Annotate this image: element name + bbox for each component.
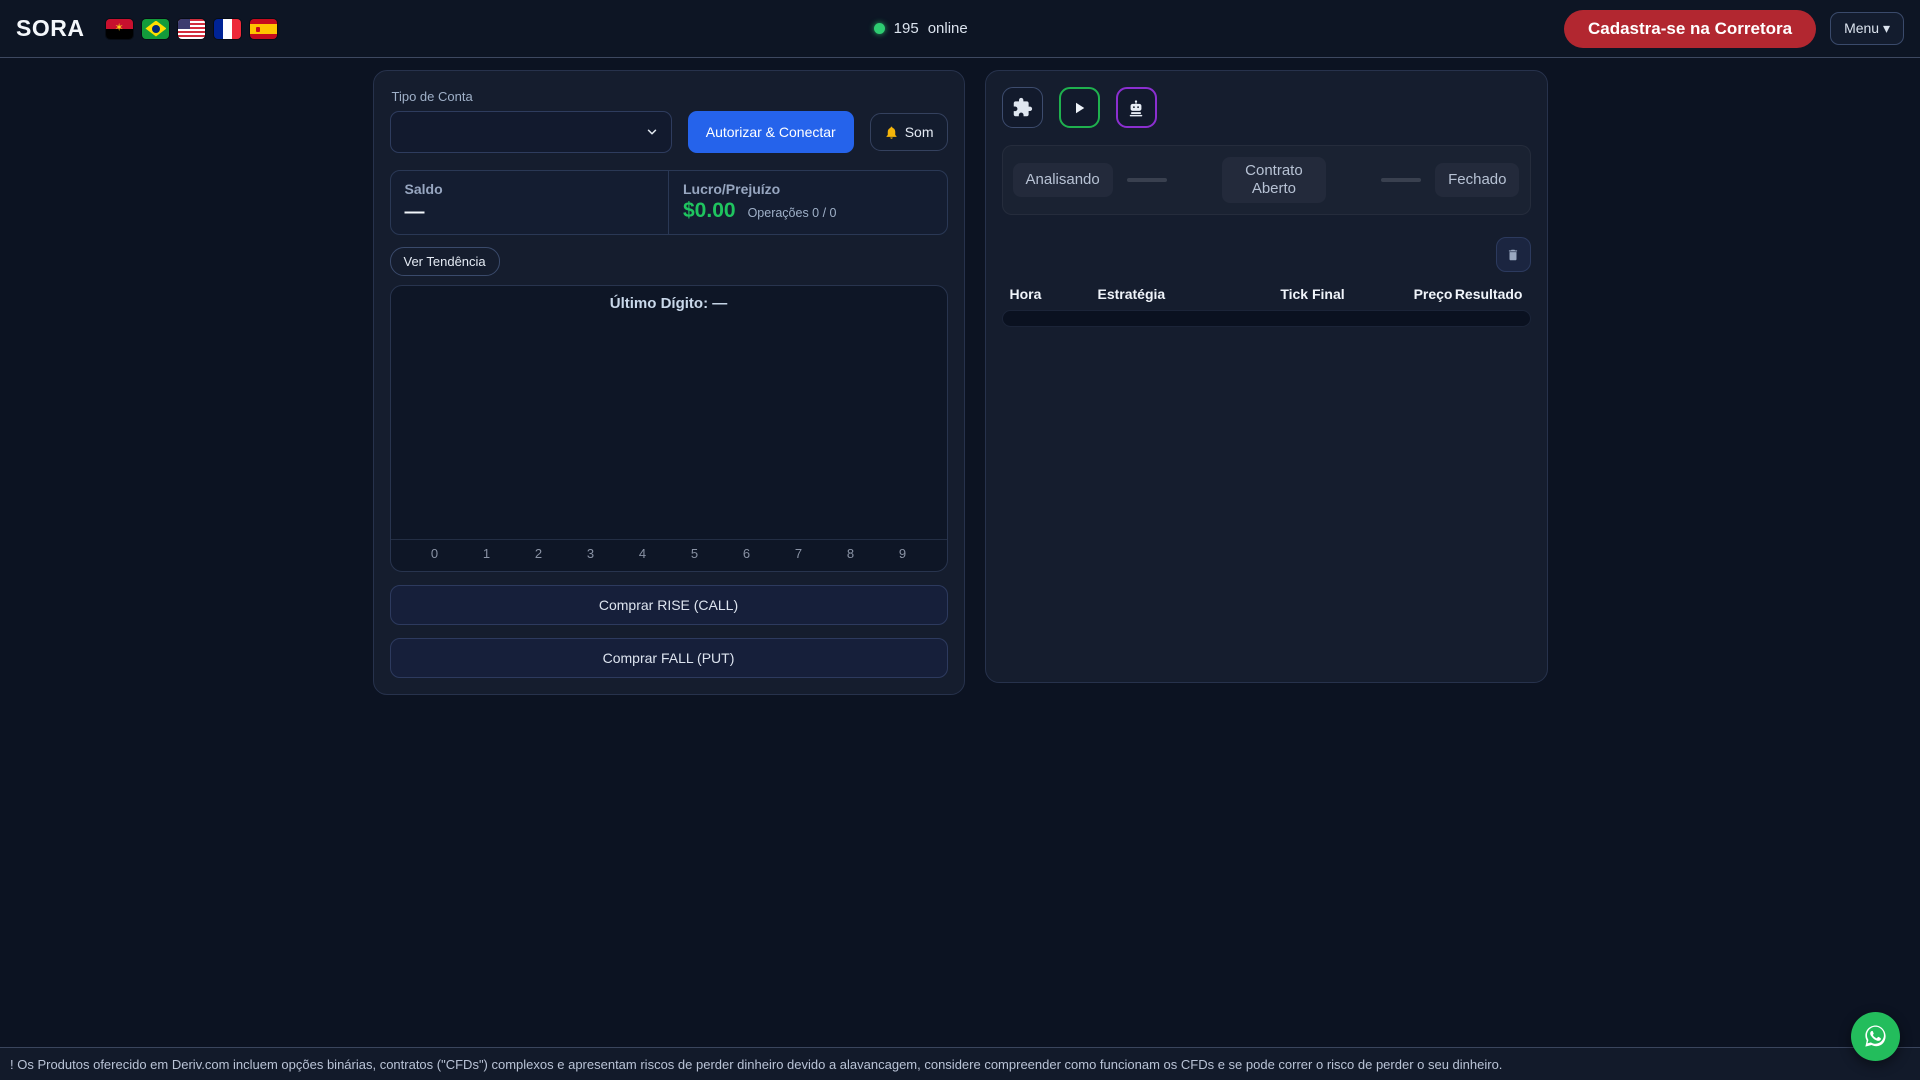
whatsapp-icon [1862,1023,1889,1050]
menu-button[interactable]: Menu ▾ [1830,12,1904,45]
bot-settings-button[interactable] [1115,87,1157,128]
run-bot-button[interactable] [1058,87,1100,128]
axis-tick: 9 [898,546,907,561]
strategy-blocks-button[interactable] [1001,87,1043,128]
axis-tick: 4 [638,546,647,561]
account-type-select[interactable] [389,111,672,153]
axis-tick: 0 [430,546,439,561]
status-fechado: Fechado [1435,163,1520,197]
play-icon [1070,99,1088,117]
language-flags [106,18,278,39]
balance-label: Saldo [404,181,443,197]
pnl-value: $0.00 [683,199,736,222]
bot-toolbar [1001,87,1531,128]
france-flag-icon[interactable] [214,18,242,39]
whatsapp-fab-button[interactable] [1851,1012,1900,1061]
chart-x-axis: 0 1 2 3 4 5 6 7 8 9 [390,539,947,571]
axis-tick: 8 [846,546,855,561]
online-count: 195 [893,20,919,37]
clear-history-button[interactable] [1495,237,1531,272]
puzzle-icon [1012,97,1033,118]
usa-flag-icon[interactable] [178,18,206,39]
account-type-label: Tipo de Conta [391,89,473,104]
last-digit-chart: Último Dígito: — 0 1 2 3 4 5 6 7 8 9 [389,285,948,572]
chart-title: Último Dígito: — [609,295,728,312]
operations-count: Operações 0 / 0 [747,206,837,220]
sound-label: Som [904,124,934,140]
signup-broker-button[interactable]: Cadastra-se na Corretora [1563,9,1817,48]
navbar: SORA 195 online Cadastra-se na Corretora… [0,0,1920,58]
contract-status-flow: Analisando Contrato Aberto Fechado [1001,145,1531,215]
bot-panel: Analisando Contrato Aberto Fechado Hora … [984,70,1548,683]
sound-toggle-button[interactable]: Som [869,113,948,151]
online-status: 195 online [277,20,1564,37]
angola-flag-icon[interactable] [106,18,134,39]
col-resultado: Resultado [1454,286,1523,302]
online-label: online [927,20,968,37]
spain-flag-icon[interactable] [250,18,278,39]
brand-logo: SORA [16,15,85,41]
col-tick-final: Tick Final [1280,286,1345,302]
stats-box: Saldo — Lucro/Prejuízo $0.00 Operações 0… [389,170,948,235]
axis-tick: 2 [534,546,543,561]
brazil-flag-icon[interactable] [142,18,170,39]
trading-panel: Tipo de Conta Autorizar & Conectar Som S… [372,70,965,695]
trash-icon [1506,248,1520,262]
main-content: Tipo de Conta Autorizar & Conectar Som S… [0,70,1920,695]
axis-tick: 1 [482,546,491,561]
authorize-connect-button[interactable]: Autorizar & Conectar [687,111,854,153]
axis-tick: 5 [690,546,699,561]
view-trend-button[interactable]: Ver Tendência [389,247,500,276]
status-connector [1126,178,1168,182]
chart-plot-area [391,312,947,539]
axis-tick: 7 [794,546,803,561]
risk-disclaimer-text: ! Os Produtos oferecido em Deriv.com inc… [10,1056,1503,1072]
trade-history-table: Hora Estratégia Tick Final Preço Resulta… [1001,280,1531,327]
trade-history-empty-row [1001,310,1531,327]
pnl-label: Lucro/Prejuízo [683,181,781,197]
col-preco: Preço [1413,286,1453,302]
trade-history-header: Hora Estratégia Tick Final Preço Resulta… [1002,280,1531,310]
bell-icon [884,125,899,140]
col-hora: Hora [1009,286,1042,302]
buy-rise-button[interactable]: Comprar RISE (CALL) [389,585,948,625]
axis-tick: 6 [742,546,751,561]
chevron-down-icon [645,125,659,139]
status-analisando: Analisando [1012,163,1113,197]
robot-icon [1126,98,1146,118]
col-estrategia: Estratégia [1097,286,1166,302]
balance-value: — [404,201,425,223]
buy-fall-button[interactable]: Comprar FALL (PUT) [389,638,948,678]
online-dot-icon [873,23,885,34]
status-contrato-aberto: Contrato Aberto [1221,157,1326,203]
axis-tick: 3 [586,546,595,561]
status-connector [1380,178,1422,182]
risk-disclaimer-bar: ! Os Produtos oferecido em Deriv.com inc… [0,1047,1920,1080]
